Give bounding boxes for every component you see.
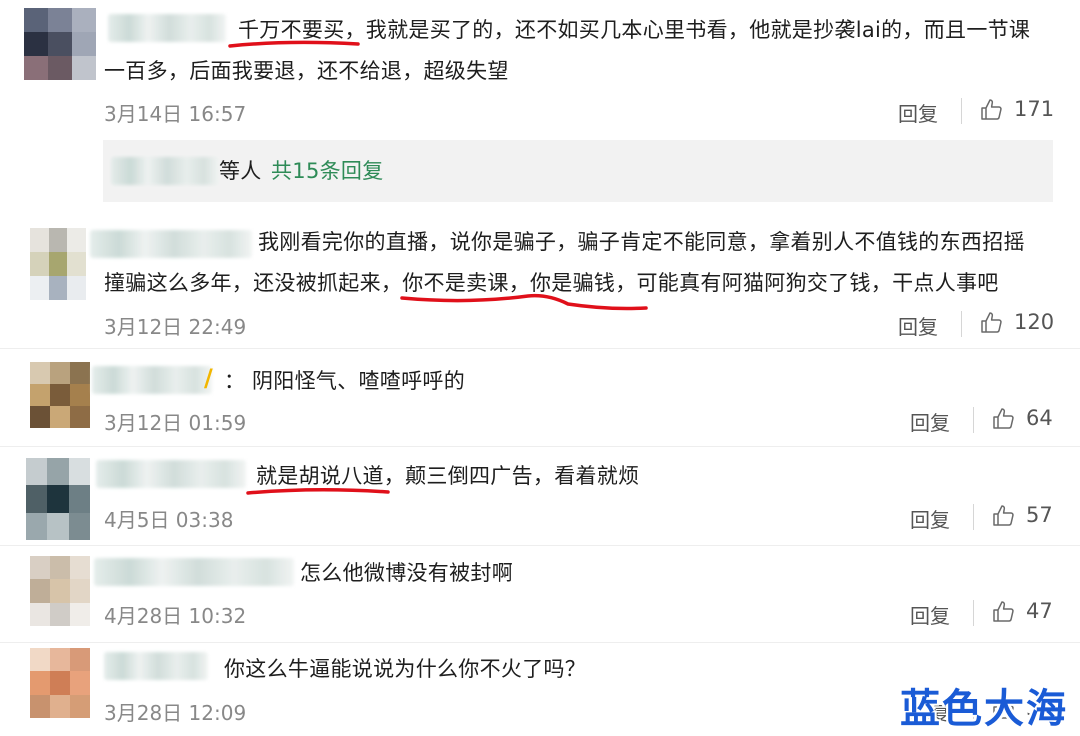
comment-text: 撞骗这么多年，还没被抓起来，你不是卖课，你是骗钱，可能真有阿猫阿狗交了钱，干点人… [104,271,999,295]
row-divider [0,446,1080,447]
row-divider [0,545,1080,546]
divider [961,311,962,337]
timestamp: 3月14日 16:57 [104,102,247,126]
sub-replies-suffix: 等人 [219,159,262,183]
username[interactable] [90,230,252,258]
timestamp: 4月5日 03:38 [104,508,234,532]
reply-button[interactable]: 回复 [910,407,950,436]
comment-text: 千万不要买，我就是买了的，还不如买几本心里书看，他就是抄袭lai的，而且一节课 [238,18,1031,42]
comment-text: 一百多，后面我要退，还不给退，超级失望 [104,59,509,83]
username-badge: / [204,364,213,392]
divider [973,407,974,433]
comment-text: 怎么他微博没有被封啊 [300,561,513,585]
divider [961,98,962,124]
watermark: 蓝色大海 [900,686,1068,732]
timestamp: 4月28日 10:32 [104,604,247,628]
username[interactable] [104,652,208,680]
username[interactable] [111,157,219,185]
like-count: 57 [1026,503,1053,527]
timestamp: 3月12日 22:49 [104,315,247,339]
thumbs-up-icon[interactable] [980,98,1004,122]
row-divider [0,642,1080,643]
username[interactable] [94,558,294,586]
divider [973,600,974,626]
like-count: 64 [1026,406,1053,430]
like-count: 171 [1014,97,1055,121]
reply-button[interactable]: 回复 [910,600,950,629]
avatar[interactable] [30,228,86,300]
avatar[interactable] [26,458,90,540]
reply-button[interactable]: 回复 [898,311,938,340]
avatar[interactable] [24,8,96,80]
like-count: 47 [1026,599,1053,623]
comment-text: 你这么牛逼能说说为什么你不火了吗？ [224,657,587,681]
username[interactable] [96,460,246,488]
row-divider [0,348,1080,349]
thumbs-up-icon[interactable] [980,311,1004,335]
thumbs-up-icon[interactable] [992,407,1016,431]
reply-separator: ： [224,369,246,393]
reply-button[interactable]: 回复 [910,504,950,533]
avatar[interactable] [30,556,90,626]
divider [973,504,974,530]
username[interactable] [92,366,212,394]
thumbs-up-icon[interactable] [992,600,1016,624]
comment-text: 我刚看完你的直播，说你是骗子，骗子肯定不能同意，拿着别人不值钱的东西招摇 [258,230,1025,254]
timestamp: 3月12日 01:59 [104,411,247,435]
view-replies-link[interactable]: 共15条回复 [271,151,384,192]
thumbs-up-icon[interactable] [992,504,1016,528]
reply-button[interactable]: 回复 [898,98,938,127]
avatar[interactable] [30,648,90,718]
like-count: 120 [1014,310,1055,334]
username[interactable] [108,14,226,42]
sub-replies-box[interactable]: 等人 共15条回复 [103,140,1053,202]
comment-text: 就是胡说八道，颠三倒四广告，看着就烦 [256,464,640,488]
comment-text: 阴阳怪气、喳喳呼呼的 [252,369,465,393]
timestamp: 3月28日 12:09 [104,701,247,725]
avatar[interactable] [30,362,90,428]
